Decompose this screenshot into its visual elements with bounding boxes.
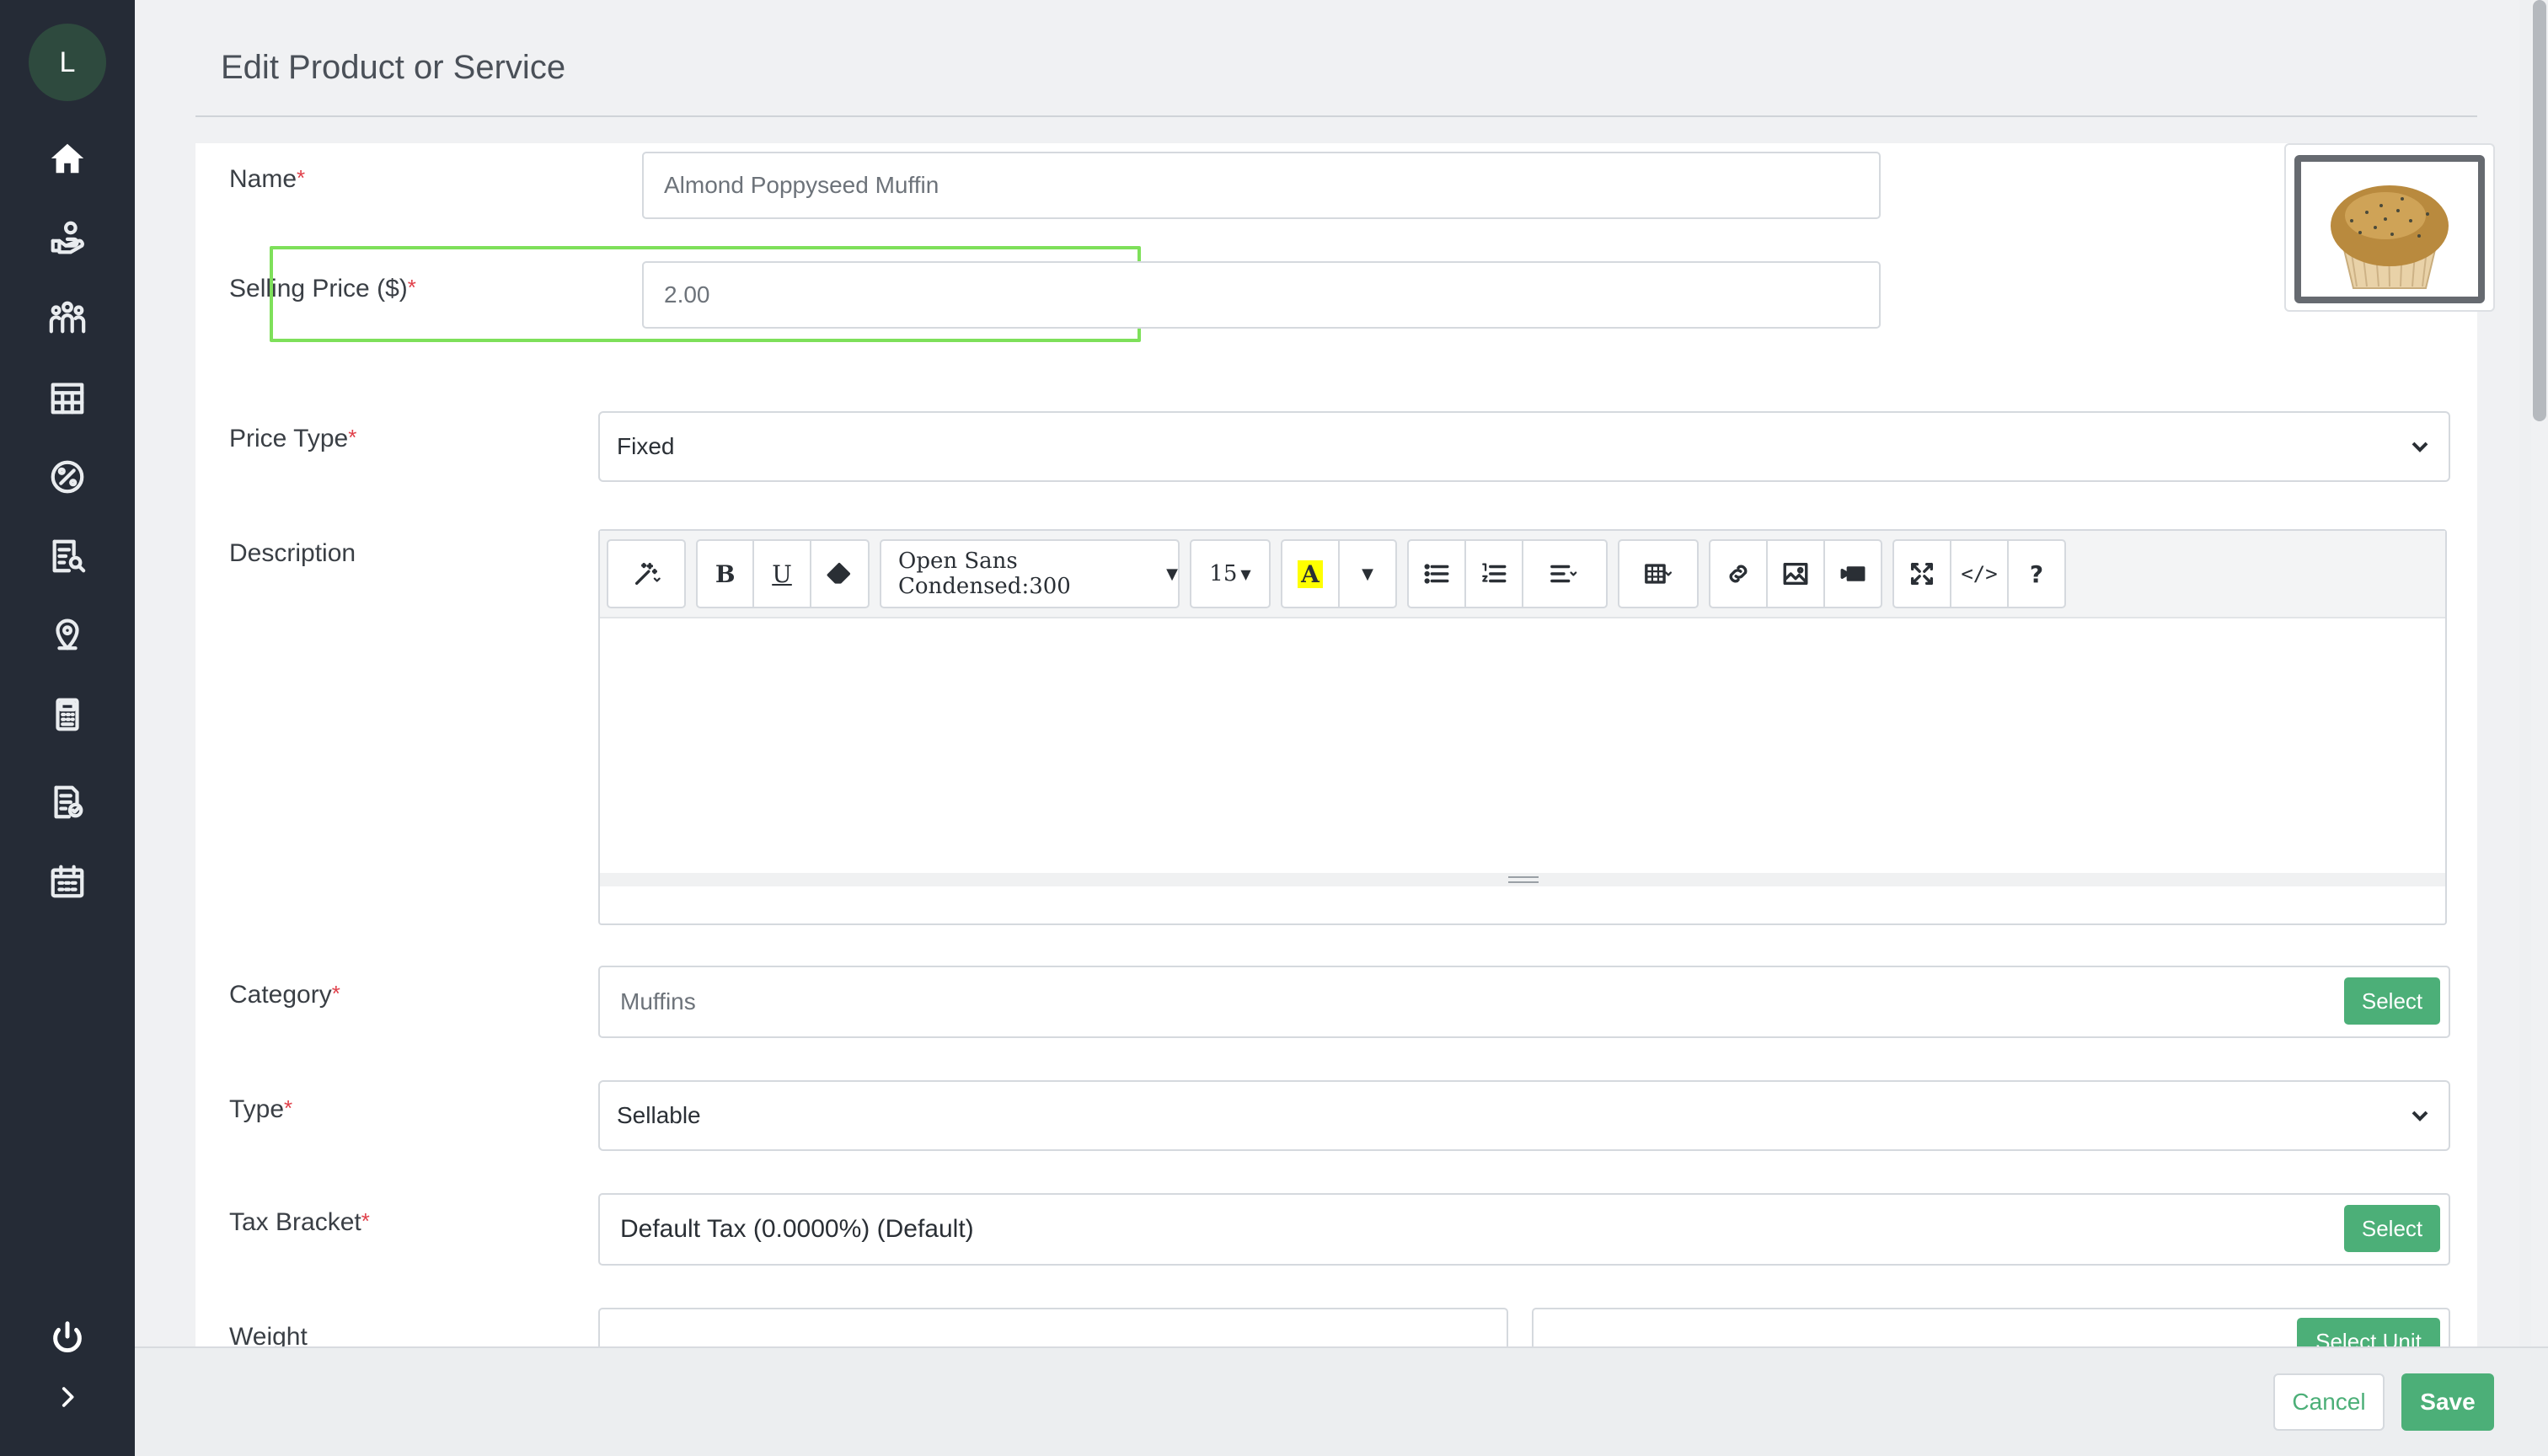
home-icon[interactable] bbox=[37, 128, 98, 189]
store-icon[interactable] bbox=[37, 367, 98, 428]
chevron-down-icon bbox=[2406, 433, 2433, 460]
select-unit-button[interactable]: Select Unit bbox=[2297, 1318, 2440, 1346]
main-content: Edit Product or Service Name* Almond Pop… bbox=[135, 0, 2519, 1346]
document-check-icon[interactable] bbox=[37, 772, 98, 832]
calendar-icon[interactable] bbox=[37, 851, 98, 912]
font-size-dropdown[interactable]: 15 ▼ bbox=[1191, 541, 1269, 607]
font-family-dropdown[interactable]: Open Sans Condensed:300 ▼ bbox=[881, 541, 1178, 607]
magic-wand-icon[interactable] bbox=[608, 541, 684, 607]
location-pin-icon[interactable] bbox=[37, 603, 98, 664]
people-group-icon[interactable] bbox=[37, 286, 98, 347]
chevron-right-icon[interactable] bbox=[37, 1367, 98, 1427]
page-title: Edit Product or Service bbox=[221, 49, 566, 86]
form-footer: Cancel Save bbox=[135, 1346, 2548, 1456]
save-button[interactable]: Save bbox=[2401, 1373, 2494, 1431]
bullet-list-icon[interactable] bbox=[1409, 541, 1466, 607]
pos-terminal-icon[interactable] bbox=[37, 684, 98, 745]
description-editor: B U Open Sans Condensed:300 ▼ 15 ▼ A ▼ <… bbox=[598, 529, 2447, 925]
product-image-frame[interactable] bbox=[2284, 143, 2495, 312]
avatar[interactable]: L bbox=[29, 24, 106, 101]
color-dropdown[interactable]: ▼ bbox=[1340, 541, 1395, 607]
price-type-value: Fixed bbox=[617, 433, 675, 459]
tax-bracket-field[interactable]: Default Tax (0.0000%) (Default) bbox=[598, 1193, 2450, 1266]
eraser-icon[interactable] bbox=[811, 541, 868, 607]
tax-select-button[interactable]: Select bbox=[2344, 1205, 2440, 1252]
tax-bracket-value: Default Tax (0.0000%) (Default) bbox=[620, 1215, 974, 1243]
fullscreen-icon[interactable] bbox=[1894, 541, 1951, 607]
description-label: Description bbox=[229, 539, 356, 567]
weight-field[interactable] bbox=[598, 1308, 1508, 1346]
name-field[interactable]: Almond Poppyseed Muffin bbox=[642, 152, 1881, 219]
type-select[interactable]: Sellable bbox=[598, 1080, 2450, 1151]
scrollbar-thumb[interactable] bbox=[2533, 0, 2546, 421]
editor-toolbar: B U Open Sans Condensed:300 ▼ 15 ▼ A ▼ <… bbox=[600, 531, 2445, 618]
price-type-select[interactable]: Fixed bbox=[598, 411, 2450, 482]
percent-icon[interactable] bbox=[37, 447, 98, 507]
category-field[interactable]: Muffins bbox=[598, 966, 2450, 1038]
title-divider bbox=[195, 115, 2477, 117]
link-icon[interactable] bbox=[1710, 541, 1768, 607]
highlight-color-button[interactable]: A bbox=[1282, 541, 1340, 607]
category-label: Category* bbox=[229, 981, 340, 1009]
bold-button[interactable]: B bbox=[698, 541, 755, 607]
hand-coins-icon[interactable] bbox=[37, 207, 98, 268]
selling-price-field[interactable]: 2.00 bbox=[642, 261, 1881, 329]
price-type-label: Price Type* bbox=[229, 425, 357, 452]
code-view-button[interactable]: </> bbox=[1951, 541, 2009, 607]
chevron-down-icon bbox=[2406, 1102, 2433, 1129]
numbered-list-icon[interactable] bbox=[1466, 541, 1523, 607]
name-label: Name* bbox=[229, 165, 306, 193]
category-select-button[interactable]: Select bbox=[2344, 977, 2440, 1025]
table-icon[interactable] bbox=[1619, 541, 1697, 607]
type-value: Sellable bbox=[617, 1102, 701, 1128]
power-icon[interactable] bbox=[37, 1308, 98, 1368]
product-image bbox=[2294, 155, 2485, 303]
report-search-icon[interactable] bbox=[37, 526, 98, 586]
selling-price-label: Selling Price ($)* bbox=[229, 275, 416, 302]
edit-form: Name* Almond Poppyseed Muffin Selling Pr… bbox=[195, 143, 2495, 1346]
category-value: Muffins bbox=[620, 988, 696, 1014]
tax-bracket-label: Tax Bracket* bbox=[229, 1208, 370, 1236]
editor-resize-handle[interactable] bbox=[600, 873, 2445, 886]
image-icon[interactable] bbox=[1768, 541, 1825, 607]
video-icon[interactable] bbox=[1825, 541, 1881, 607]
underline-button[interactable]: U bbox=[754, 541, 811, 607]
sidebar: L bbox=[0, 0, 135, 1456]
align-dropdown-icon[interactable] bbox=[1523, 541, 1604, 607]
cancel-button[interactable]: Cancel bbox=[2273, 1373, 2385, 1431]
help-button[interactable]: ? bbox=[2009, 541, 2064, 607]
weight-label: Weight bbox=[229, 1323, 308, 1346]
type-label: Type* bbox=[229, 1095, 293, 1123]
